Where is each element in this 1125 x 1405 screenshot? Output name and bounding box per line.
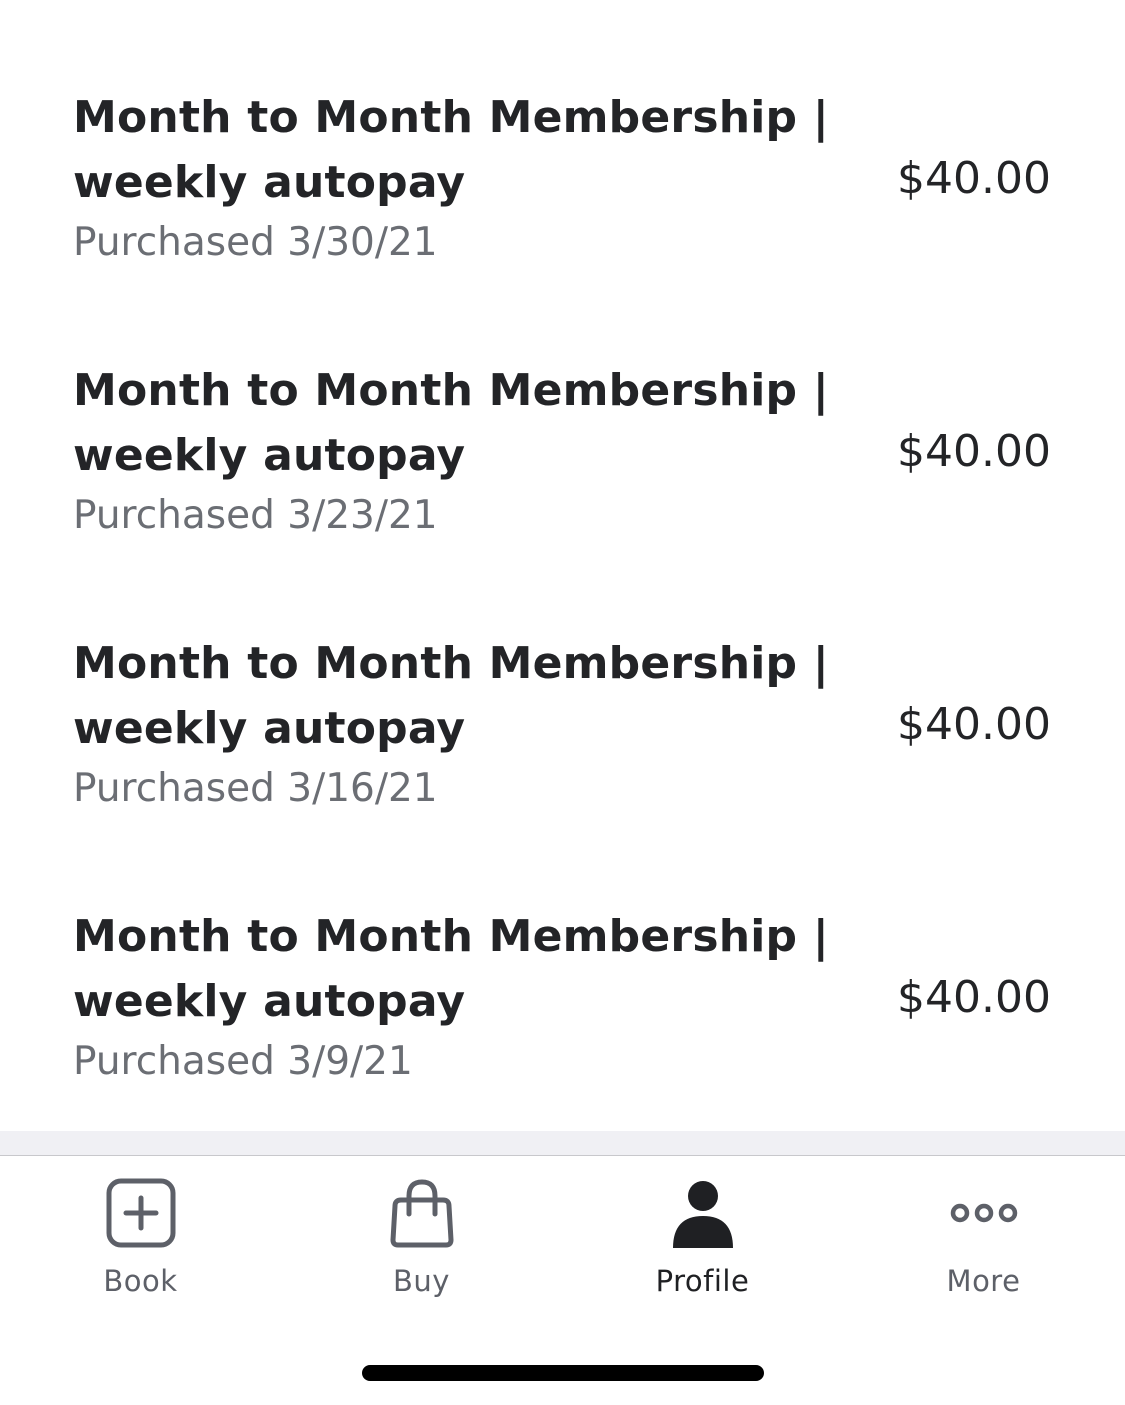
purchase-price: $40.00 <box>897 972 1051 1023</box>
purchase-price: $40.00 <box>897 426 1051 477</box>
purchase-title: Month to Month Membership | weekly autopa… <box>73 904 833 1034</box>
home-indicator[interactable] <box>362 1365 764 1381</box>
purchase-title: Month to Month Membership | weekly autopa… <box>73 358 833 488</box>
purchase-title-line1: Month to Month Membership | <box>73 638 829 689</box>
tab-label-book: Book <box>103 1264 178 1298</box>
tab-more[interactable]: More <box>843 1156 1124 1316</box>
purchase-title: Month to Month Membership | weekly autopa… <box>73 85 833 215</box>
shopping-bag-icon <box>390 1179 453 1248</box>
purchase-date: Purchased 3/9/21 <box>73 1039 413 1084</box>
purchase-title-line2: weekly autopay <box>73 430 466 481</box>
purchase-item[interactable]: Month to Month Membership | weekly autopa… <box>0 546 1125 819</box>
purchase-price: $40.00 <box>897 153 1051 204</box>
tab-label-buy: Buy <box>393 1264 450 1298</box>
purchase-date: Purchased 3/23/21 <box>73 493 438 538</box>
tab-book[interactable]: Book <box>0 1156 281 1316</box>
tab-bar-divider <box>0 1131 1125 1156</box>
purchase-title-line2: weekly autopay <box>73 157 466 208</box>
plus-square-icon <box>106 1178 175 1248</box>
purchase-title-line1: Month to Month Membership | <box>73 911 829 962</box>
purchase-title: Month to Month Membership | weekly autopa… <box>73 631 833 761</box>
purchase-title-line1: Month to Month Membership | <box>73 365 829 416</box>
ellipsis-icon <box>950 1203 1017 1223</box>
purchase-item[interactable]: Month to Month Membership | weekly autopa… <box>0 273 1125 546</box>
purchase-date: Purchased 3/16/21 <box>73 766 438 811</box>
purchase-item[interactable]: Month to Month Membership | weekly autopa… <box>0 819 1125 1092</box>
purchase-date: Purchased 3/30/21 <box>73 220 438 265</box>
tab-buy[interactable]: Buy <box>281 1156 562 1316</box>
purchase-title-line1: Month to Month Membership | <box>73 92 829 143</box>
purchase-title-line2: weekly autopay <box>73 976 466 1027</box>
tab-label-more: More <box>946 1264 1021 1298</box>
tab-profile[interactable]: Profile <box>562 1156 843 1316</box>
tab-label-profile: Profile <box>655 1264 750 1298</box>
purchase-item[interactable]: Month to Month Membership | weekly autopa… <box>0 0 1125 273</box>
person-icon <box>672 1181 733 1248</box>
purchase-list: Month to Month Membership | weekly autopa… <box>0 0 1125 1131</box>
purchase-title-line2: weekly autopay <box>73 703 466 754</box>
purchase-price: $40.00 <box>897 699 1051 750</box>
